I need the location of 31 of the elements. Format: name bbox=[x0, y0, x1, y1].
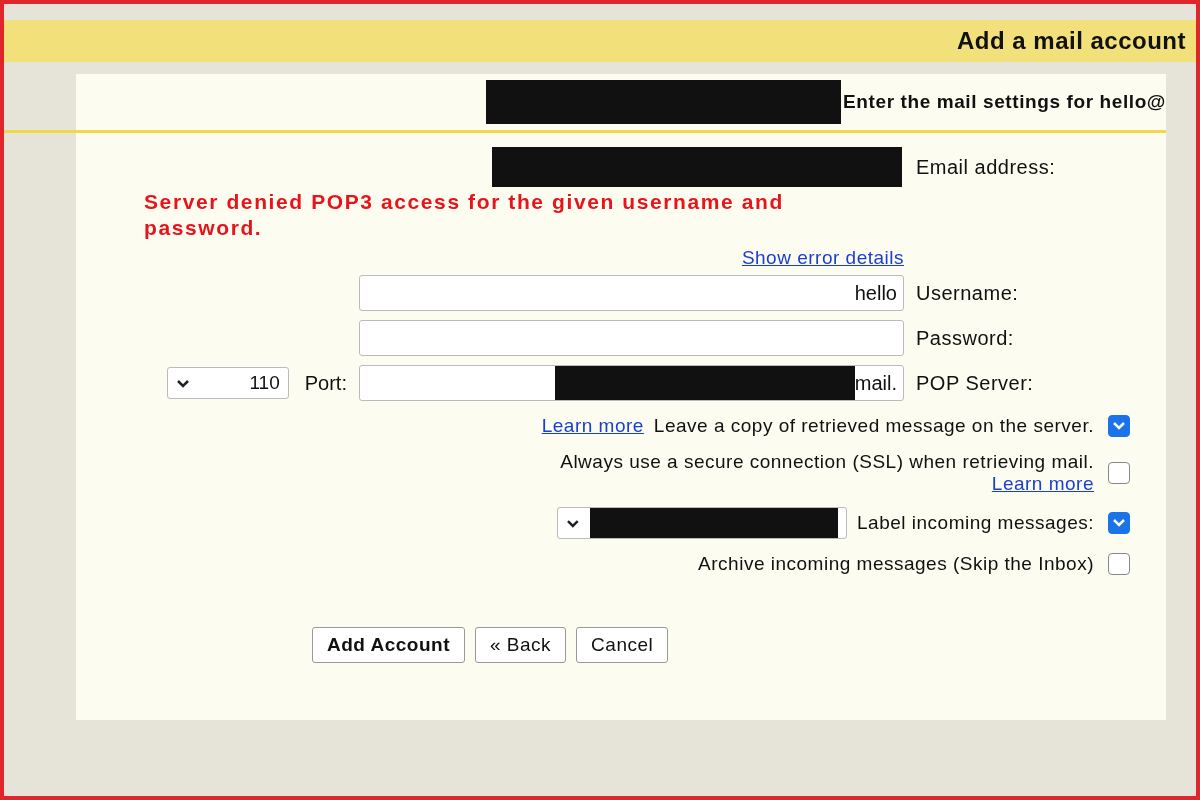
dialog-title: Add a mail account bbox=[956, 27, 1186, 55]
learn-more-link[interactable]: Learn more bbox=[991, 473, 1094, 495]
settings-heading: Enter the mail settings for hello@ bbox=[843, 91, 1166, 113]
checkbox[interactable] bbox=[1108, 553, 1130, 575]
checkmark-icon bbox=[1112, 421, 1126, 431]
field-label: Port: bbox=[304, 371, 347, 395]
dialog-button[interactable]: Add Account bbox=[312, 627, 465, 663]
port-select[interactable]: 110 bbox=[166, 367, 289, 399]
option-label: Archive incoming messages (Skip the Inbox) bbox=[698, 553, 1094, 575]
chevron-icon bbox=[566, 518, 580, 528]
checkbox[interactable] bbox=[1108, 462, 1130, 484]
field-label: Password: bbox=[916, 326, 1015, 350]
error-message: Server denied POP3 access for the given username and password. bbox=[144, 189, 785, 241]
checkbox[interactable] bbox=[1108, 415, 1130, 437]
field-label: Email address: bbox=[916, 155, 1057, 179]
learn-more-link[interactable]: Learn more bbox=[541, 415, 644, 437]
checkbox[interactable] bbox=[1108, 512, 1130, 534]
dialog-button[interactable]: Cancel bbox=[576, 627, 669, 663]
chevron-icon bbox=[175, 378, 190, 388]
input-field[interactable]: mail. bbox=[359, 365, 904, 401]
input-field[interactable]: hello bbox=[359, 275, 904, 311]
checkmark-icon bbox=[1112, 518, 1126, 528]
option-label: Always use a secure connection (SSL) when retrieving mail. bbox=[560, 451, 1094, 473]
label-select[interactable] bbox=[557, 507, 848, 539]
field-label: Username: bbox=[916, 281, 1020, 305]
error-details-link[interactable]: Show error details bbox=[741, 247, 904, 269]
option-label: Leave a copy of retrieved message on the server. bbox=[653, 415, 1094, 437]
input-field[interactable] bbox=[359, 320, 904, 356]
dialog-button[interactable]: « Back bbox=[475, 627, 567, 663]
option-label: Label incoming messages: bbox=[857, 512, 1094, 534]
field-label: POP Server: bbox=[916, 371, 1035, 395]
